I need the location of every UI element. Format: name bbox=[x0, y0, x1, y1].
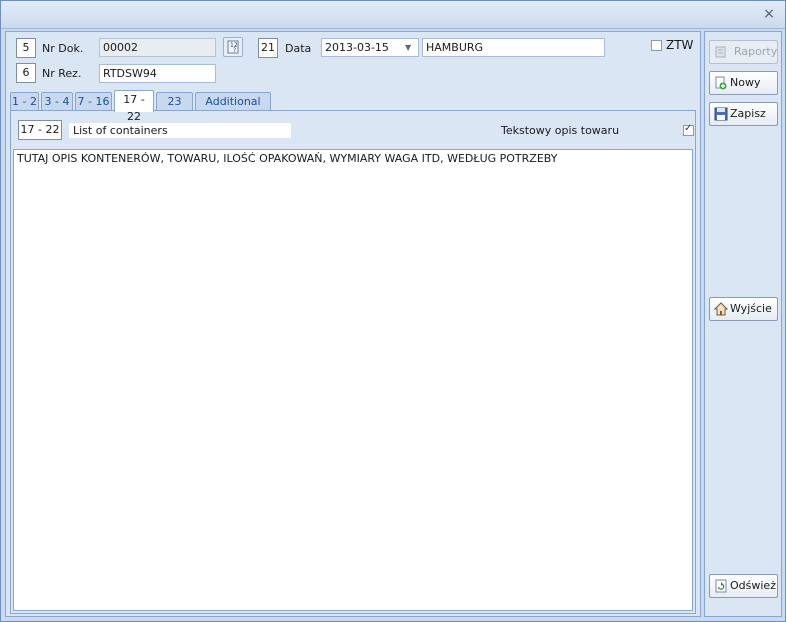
nr-dok-field[interactable]: 00002 bbox=[99, 38, 216, 57]
tab-additional-info[interactable]: Additional Info bbox=[195, 92, 271, 125]
checkmark-icon: ✓ bbox=[684, 123, 693, 134]
exit-label: Wyjście bbox=[730, 302, 772, 315]
ztw-checkbox[interactable] bbox=[651, 40, 662, 51]
save-button[interactable]: Zapisz bbox=[709, 102, 778, 126]
section-number-17-22: 17 - 22 bbox=[18, 120, 62, 140]
home-icon bbox=[713, 302, 729, 316]
reports-label: Raporty bbox=[734, 45, 778, 58]
tab-23-25[interactable]: 23 -25 bbox=[156, 92, 193, 125]
action-sidebar: Raporty Nowy Zapisz Wyjście Odśwież bbox=[704, 31, 782, 617]
reports-icon bbox=[714, 45, 728, 59]
refresh-icon bbox=[714, 579, 728, 593]
window: × 5 Nr Dok. 00002 12 ? 21 Data 2013-03-1… bbox=[0, 0, 786, 622]
document-number-lookup-icon[interactable]: 12 ? bbox=[223, 37, 243, 57]
data-label: Data bbox=[285, 42, 312, 55]
text-description-label: Tekstowy opis towaru bbox=[501, 124, 620, 137]
tab-7-16[interactable]: 7 - 16 bbox=[75, 92, 112, 111]
nr-dok-label: Nr Dok. bbox=[42, 42, 84, 55]
svg-text:?: ? bbox=[233, 47, 236, 54]
title-bar: × bbox=[1, 1, 785, 29]
tab-3-4[interactable]: 3 - 4 bbox=[41, 92, 73, 111]
tab-1-2[interactable]: 1 - 2 bbox=[10, 92, 39, 111]
tab-panel-17-22: 17 - 22 List of containers Tekstowy opis… bbox=[10, 110, 696, 614]
field-number-5: 5 bbox=[16, 38, 36, 58]
new-button[interactable]: Nowy bbox=[709, 71, 778, 95]
ztw-label: ZTW bbox=[666, 38, 694, 52]
save-label: Zapisz bbox=[730, 107, 766, 120]
field-number-6: 6 bbox=[16, 63, 36, 83]
new-document-icon bbox=[714, 76, 728, 90]
city-field[interactable]: HAMBURG bbox=[422, 38, 605, 57]
exit-button[interactable]: Wyjście bbox=[709, 297, 778, 321]
field-number-21: 21 bbox=[258, 38, 278, 58]
containers-label-field: List of containers bbox=[69, 123, 291, 138]
floppy-disk-icon bbox=[714, 107, 728, 121]
tab-17-22[interactable]: 17 - 22 bbox=[114, 90, 154, 123]
text-description-checkbox[interactable]: ✓ bbox=[683, 123, 694, 136]
date-picker[interactable]: 2013-03-15 ▼ bbox=[321, 38, 419, 57]
refresh-button[interactable]: Odśwież bbox=[709, 574, 778, 598]
goods-description-textarea[interactable]: TUTAJ OPIS KONTENERÓW, TOWARU, ILOŚĆ OPA… bbox=[13, 149, 693, 611]
date-value: 2013-03-15 bbox=[325, 41, 389, 54]
nr-rez-label: Nr Rez. bbox=[42, 67, 82, 80]
refresh-label: Odśwież bbox=[730, 579, 776, 592]
chevron-down-icon[interactable]: ▼ bbox=[405, 39, 415, 56]
tab-strip: 1 - 2 3 - 4 7 - 16 17 - 22 23 -25 Additi… bbox=[10, 90, 700, 125]
new-label: Nowy bbox=[730, 76, 761, 89]
close-icon[interactable]: × bbox=[761, 6, 777, 22]
reports-button[interactable]: Raporty bbox=[709, 40, 778, 64]
main-panel: 5 Nr Dok. 00002 12 ? 21 Data 2013-03-15 … bbox=[5, 31, 701, 617]
nr-rez-field[interactable]: RTDSW94 bbox=[99, 64, 216, 83]
